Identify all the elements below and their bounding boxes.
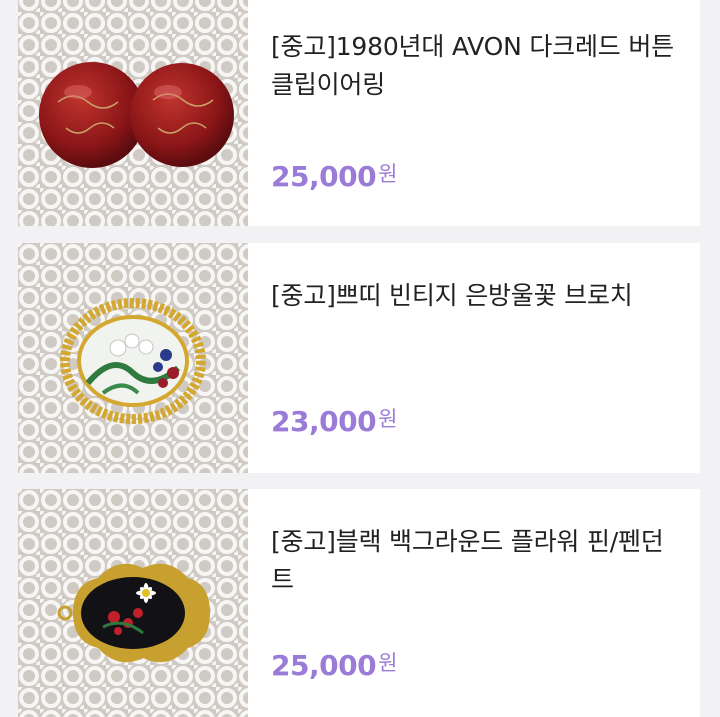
product-title[interactable]: [중고]쁘띠 빈티지 은방울꽃 브로치 [271,277,676,315]
product-thumbnail-brooch[interactable] [18,243,248,473]
product-price: 25,000원 [271,158,397,193]
price-currency: 원 [378,407,397,431]
product-price: 23,000원 [271,403,397,438]
price-amount: 25,000 [271,649,377,682]
product-info: [중고]1980년대 AVON 다크레드 버튼 클립이어링 25,000원 [248,0,700,226]
product-card[interactable]: [중고]1980년대 AVON 다크레드 버튼 클립이어링 25,000원 [18,0,700,226]
product-card[interactable]: [중고]쁘띠 빈티지 은방울꽃 브로치 23,000원 [18,243,700,473]
product-title[interactable]: [중고]블랙 백그라운드 플라워 핀/펜던트 [271,523,676,599]
price-amount: 25,000 [271,160,377,193]
price-amount: 23,000 [271,405,377,438]
product-title[interactable]: [중고]1980년대 AVON 다크레드 버튼 클립이어링 [271,28,676,104]
product-price: 25,000원 [271,647,397,682]
brooch-image [18,243,248,473]
product-thumbnail-pin[interactable] [18,489,248,717]
price-currency: 원 [378,162,397,186]
pin-pendant-image [18,489,248,717]
earrings-image [18,0,248,226]
product-card[interactable]: [중고]블랙 백그라운드 플라워 핀/펜던트 25,000원 [18,489,700,717]
price-currency: 원 [378,651,397,675]
product-info: [중고]쁘띠 빈티지 은방울꽃 브로치 23,000원 [248,243,700,473]
product-thumbnail-earrings[interactable] [18,0,248,226]
product-info: [중고]블랙 백그라운드 플라워 핀/펜던트 25,000원 [248,489,700,717]
product-list: [중고]1980년대 AVON 다크레드 버튼 클립이어링 25,000원 [중… [0,0,720,717]
